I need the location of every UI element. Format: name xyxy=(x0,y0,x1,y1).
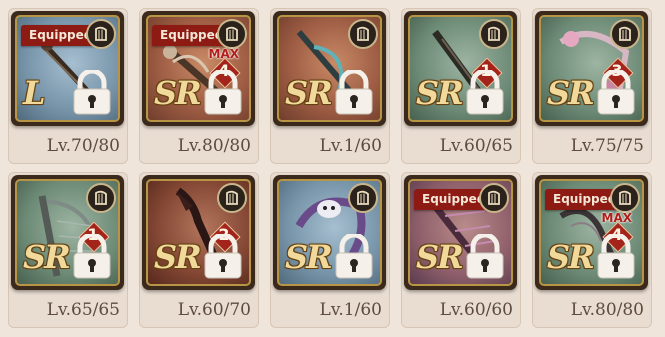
harp-icon xyxy=(348,183,378,213)
harp-icon xyxy=(217,19,247,49)
weapon-card[interactable]: 1 SR Lv.60/65 xyxy=(401,8,521,164)
harp-icon xyxy=(479,183,509,213)
weapon-grid: Equipped L Lv.70/80 Equipped MAX 4 SR Lv… xyxy=(0,0,665,337)
rarity-label: SR xyxy=(154,238,202,276)
weapon-art: 1 SR xyxy=(15,179,120,286)
weapon-card[interactable]: 1 SR Lv.65/65 xyxy=(8,172,128,328)
weapon-card[interactable]: SR Lv.1/60 xyxy=(270,8,390,164)
weapon-frame: SR xyxy=(273,11,386,126)
padlock-icon[interactable] xyxy=(594,70,638,116)
weapon-art: Equipped SR xyxy=(408,179,513,286)
padlock-icon[interactable] xyxy=(463,70,507,116)
weapon-level: Lv.60/65 xyxy=(439,136,513,156)
harp-icon xyxy=(86,183,116,213)
rarity-label: SR xyxy=(416,238,464,276)
weapon-level: Lv.65/65 xyxy=(46,300,120,320)
weapon-level: Lv.1/60 xyxy=(319,136,382,156)
weapon-level: Lv.75/75 xyxy=(570,136,644,156)
harp-icon xyxy=(479,19,509,49)
weapon-card[interactable]: SR Lv.1/60 xyxy=(270,172,390,328)
padlock-icon[interactable] xyxy=(70,234,114,280)
weapon-frame: 2 SR xyxy=(142,175,255,290)
weapon-card[interactable]: Equipped L Lv.70/80 xyxy=(8,8,128,164)
padlock-icon[interactable] xyxy=(70,70,114,116)
weapon-frame: Equipped MAX 4 SR xyxy=(142,11,255,126)
weapon-level: Lv.60/70 xyxy=(177,300,251,320)
harp-icon xyxy=(610,183,640,213)
weapon-card[interactable]: Equipped MAX 4 SR Lv.80/80 xyxy=(532,172,652,328)
weapon-frame: 1 SR xyxy=(11,175,124,290)
padlock-icon[interactable] xyxy=(594,234,638,280)
weapon-level: Lv.70/80 xyxy=(46,136,120,156)
rarity-label: L xyxy=(23,74,45,112)
padlock-icon[interactable] xyxy=(332,70,376,116)
weapon-level: Lv.80/80 xyxy=(177,136,251,156)
weapon-art: SR xyxy=(277,179,382,286)
rarity-label: SR xyxy=(285,74,333,112)
weapon-level: Lv.1/60 xyxy=(319,300,382,320)
weapon-art: 3 SR xyxy=(539,15,644,122)
weapon-frame: 1 SR xyxy=(404,11,517,126)
harp-icon xyxy=(610,19,640,49)
weapon-frame: SR xyxy=(273,175,386,290)
rarity-label: SR xyxy=(154,74,202,112)
rarity-label: SR xyxy=(416,74,464,112)
rarity-label: SR xyxy=(23,238,71,276)
weapon-art: SR xyxy=(277,15,382,122)
weapon-frame: Equipped L xyxy=(11,11,124,126)
padlock-icon[interactable] xyxy=(201,234,245,280)
weapon-frame: Equipped MAX 4 SR xyxy=(535,175,648,290)
weapon-art: Equipped MAX 4 SR xyxy=(146,15,251,122)
weapon-art: Equipped L xyxy=(15,15,120,122)
rarity-label: SR xyxy=(547,238,595,276)
harp-icon xyxy=(217,183,247,213)
weapon-art: 1 SR xyxy=(408,15,513,122)
harp-icon xyxy=(348,19,378,49)
padlock-icon[interactable] xyxy=(463,234,507,280)
weapon-card[interactable]: 2 SR Lv.60/70 xyxy=(139,172,259,328)
weapon-frame: Equipped SR xyxy=(404,175,517,290)
weapon-art: Equipped MAX 4 SR xyxy=(539,179,644,286)
padlock-icon[interactable] xyxy=(201,70,245,116)
weapon-level: Lv.80/80 xyxy=(570,300,644,320)
harp-icon xyxy=(86,19,116,49)
weapon-card[interactable]: 3 SR Lv.75/75 xyxy=(532,8,652,164)
rarity-label: SR xyxy=(285,238,333,276)
padlock-icon[interactable] xyxy=(332,234,376,280)
weapon-level: Lv.60/60 xyxy=(439,300,513,320)
rarity-label: SR xyxy=(547,74,595,112)
weapon-art: 2 SR xyxy=(146,179,251,286)
weapon-frame: 3 SR xyxy=(535,11,648,126)
weapon-card[interactable]: Equipped SR Lv.60/60 xyxy=(401,172,521,328)
weapon-card[interactable]: Equipped MAX 4 SR Lv.80/80 xyxy=(139,8,259,164)
